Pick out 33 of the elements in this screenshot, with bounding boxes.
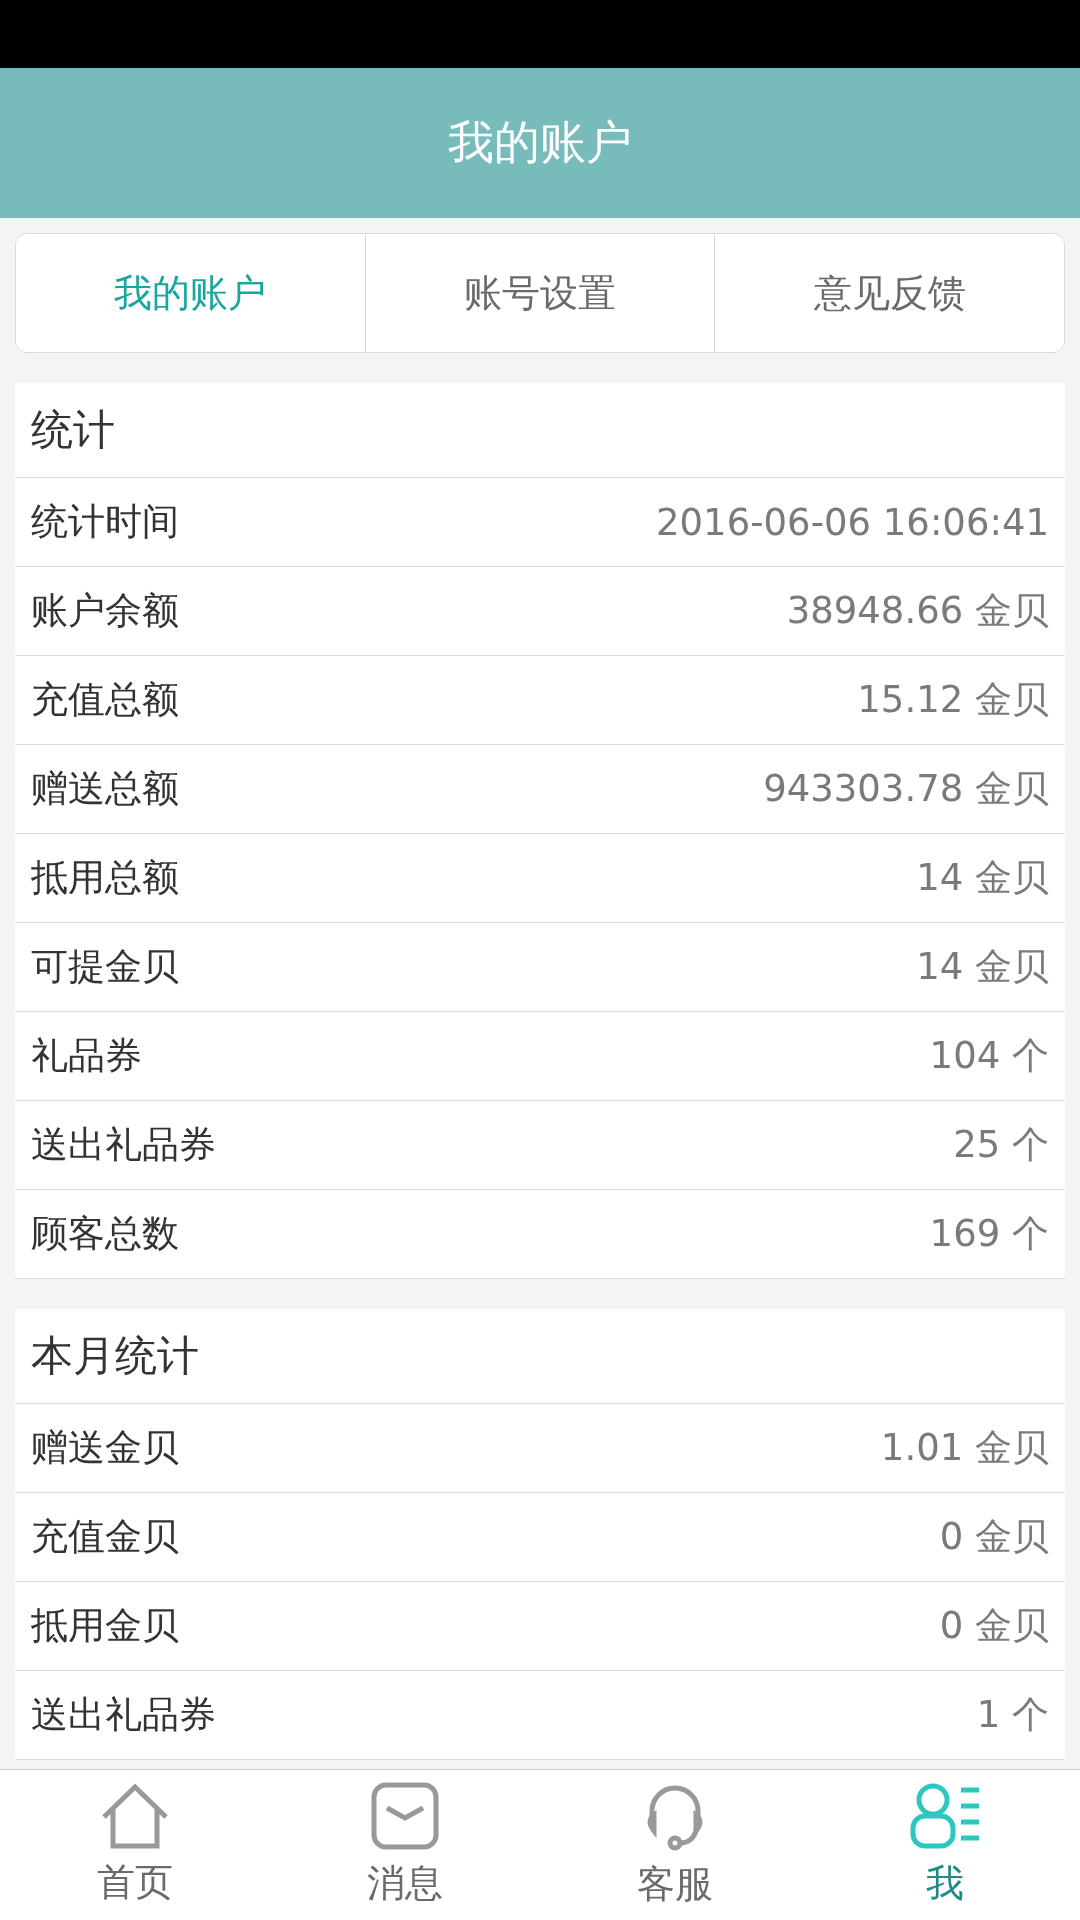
row-value: 25 个 bbox=[953, 1122, 1049, 1168]
row-value: 1.01 金贝 bbox=[880, 1425, 1049, 1471]
row-value: 0 金贝 bbox=[939, 1603, 1049, 1649]
row-value: 104 个 bbox=[929, 1033, 1049, 1079]
home-icon bbox=[100, 1782, 170, 1849]
user-list-icon bbox=[909, 1781, 981, 1850]
row-value: 169 个 bbox=[929, 1211, 1049, 1257]
row-value: 1 个 bbox=[976, 1692, 1049, 1738]
row-label: 礼品券 bbox=[31, 1033, 142, 1079]
row-value: 14 金贝 bbox=[916, 944, 1049, 990]
row-label: 赠送总额 bbox=[31, 766, 179, 812]
row-label: 赠送金贝 bbox=[31, 1425, 179, 1471]
message-icon bbox=[371, 1781, 439, 1850]
row-label: 统计时间 bbox=[31, 499, 179, 545]
row-label: 充值金贝 bbox=[31, 1514, 179, 1560]
row-value: 2016-06-06 16:06:41 bbox=[656, 500, 1049, 544]
row-value: 38948.66 金贝 bbox=[786, 588, 1049, 634]
row-label: 可提金贝 bbox=[31, 944, 179, 990]
row-label: 送出礼品券 bbox=[31, 1692, 216, 1738]
row-value: 14 金贝 bbox=[916, 855, 1049, 901]
row-value: 15.12 金贝 bbox=[857, 677, 1049, 723]
row-label: 抵用总额 bbox=[31, 855, 179, 901]
section-title: 本月统计 bbox=[15, 1309, 1065, 1404]
row-label: 充值总额 bbox=[31, 677, 179, 723]
row-label: 账户余额 bbox=[31, 588, 179, 634]
section-title: 统计 bbox=[15, 383, 1065, 478]
row-value: 0 金贝 bbox=[939, 1514, 1049, 1560]
tab[interactable]: 意见反馈 bbox=[714, 234, 1064, 352]
row-label: 顾客总数 bbox=[31, 1211, 179, 1257]
page-title: 我的账户 bbox=[448, 114, 632, 171]
row-value: 943303.78 金贝 bbox=[763, 766, 1049, 812]
row-label: 送出礼品券 bbox=[31, 1122, 216, 1168]
row-label: 抵用金贝 bbox=[31, 1603, 179, 1649]
